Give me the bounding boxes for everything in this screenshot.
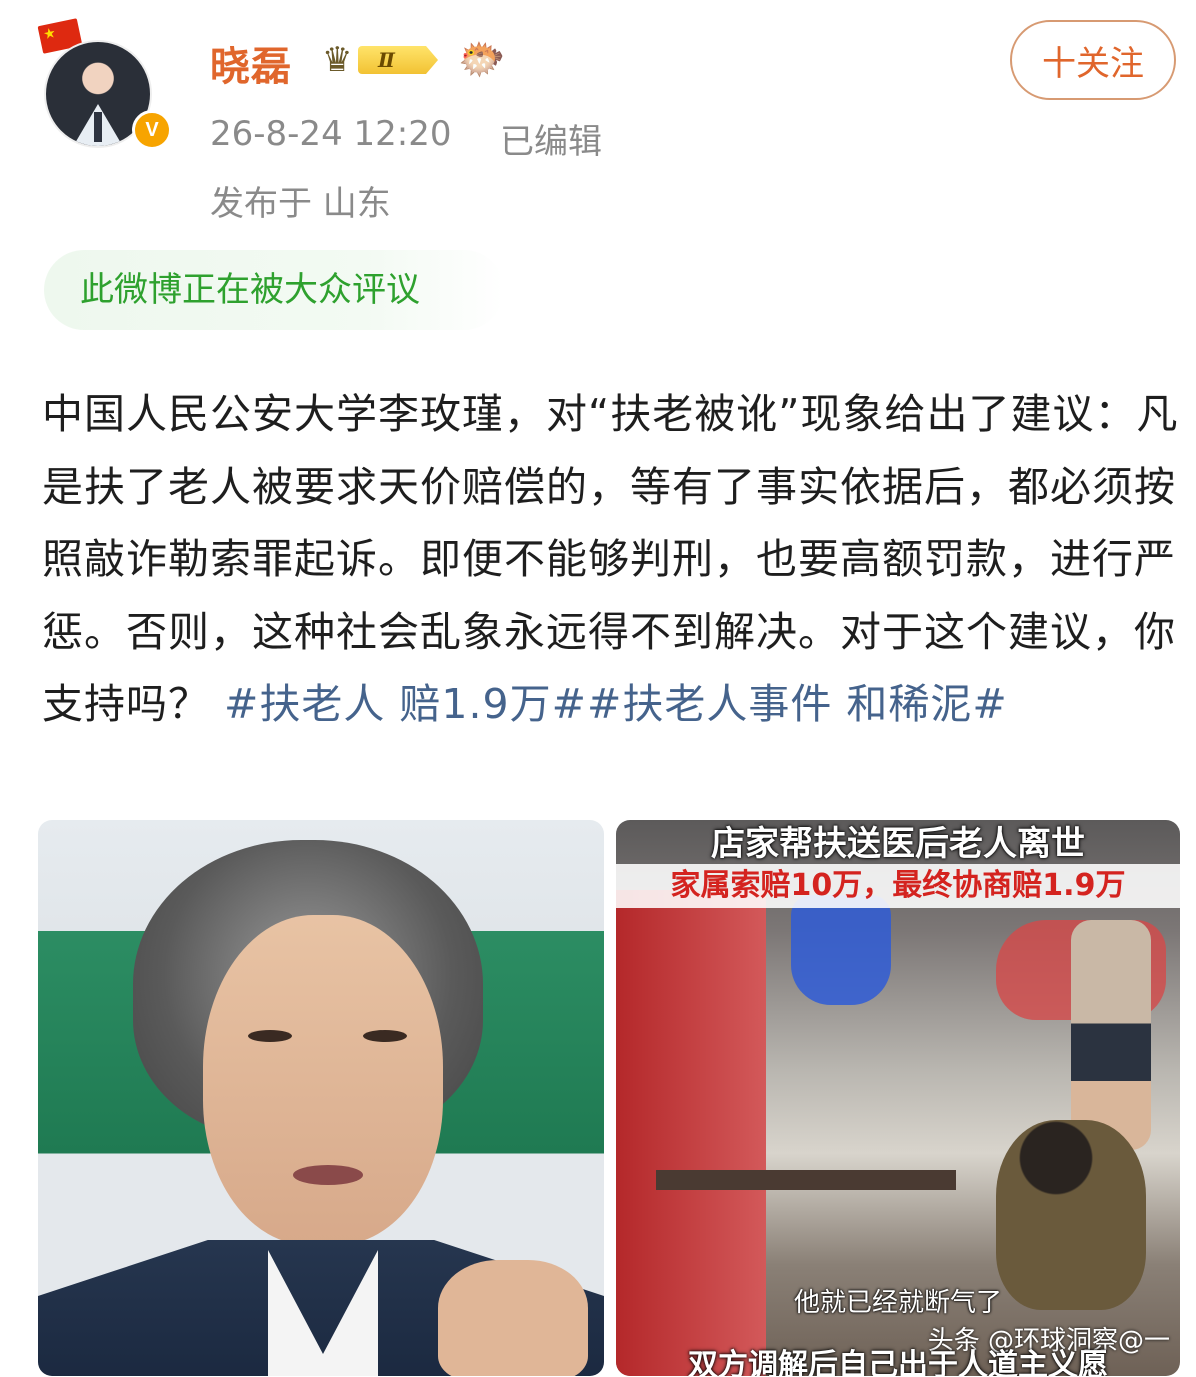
post-location: 发布于 山东 [210,184,391,224]
scene-standing-person [1071,920,1151,1150]
post-timestamp: 26-8-24 12:20 [210,114,452,154]
crown-icon: ♛ [322,40,353,80]
follow-button[interactable]: 十关注 [1010,20,1176,100]
verified-icon: V [132,110,172,150]
portrait-face [203,915,443,1245]
portrait-eye-right [363,1030,407,1042]
portrait-eye-left [248,1030,292,1042]
level-badge[interactable]: ♛ Ⅱ [322,40,444,80]
scene-blue-scooter [791,895,891,1005]
discussion-banner[interactable]: 此微博正在被大众评议 [44,250,504,330]
edited-label[interactable]: 已编辑 [500,114,602,163]
author-avatar[interactable]: V [37,18,172,152]
post-body: 中国人民公安大学李玫瑾，对“扶老被讹”现象给出了建议：凡是扶了老人被要求天价赔偿… [42,378,1182,741]
hashtag-links[interactable]: #扶老人 赔1.9万##扶老人事件 和稀泥# [224,680,1008,728]
video-caption-highlight: 家属索赔10万，最终协商赔1.9万 [616,864,1180,908]
portrait-hand [438,1260,588,1376]
scene-table [656,1170,956,1190]
post-image-right[interactable]: 店家帮扶送医后老人离世 家属索赔10万，最终协商赔1.9万 他就已经就断气了 头… [616,820,1180,1376]
level-badge-label: Ⅱ [358,46,438,74]
post-header: V 晓磊 ♛ Ⅱ 🐡 26-8-24 12:20 已编辑 发布于 山东 十关注 … [0,0,1196,360]
video-subtitle-2: 双方调解后自己出于人道主义愿 [688,1348,1108,1376]
video-subtitle-1: 他就已经就断气了 [793,1288,1002,1318]
post-image-left[interactable] [38,820,604,1376]
avatar-tie [94,112,102,142]
portrait-mouth [293,1165,363,1185]
fish-icon[interactable]: 🐡 [458,38,506,80]
author-name[interactable]: 晓磊 [210,34,292,92]
post-body-text: 中国人民公安大学李玫瑾，对“扶老被讹”现象给出了建议：凡是扶了老人被要求天价赔偿… [42,390,1179,728]
video-caption-title: 店家帮扶送医后老人离世 [711,824,1085,864]
